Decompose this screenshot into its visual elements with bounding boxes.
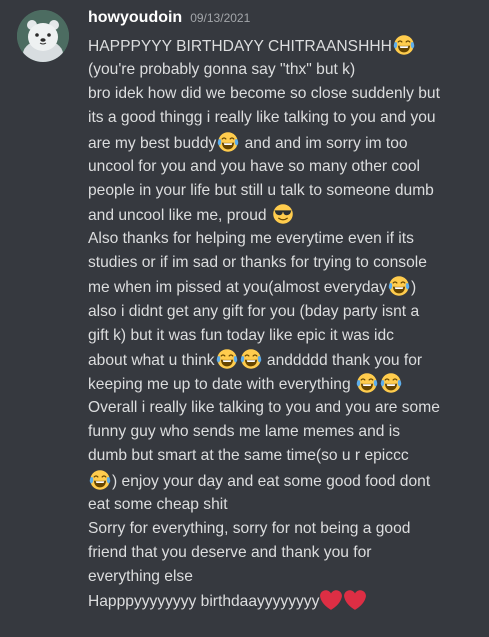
message-text: Also thanks for helping me everytime eve…	[88, 230, 414, 248]
message-text: ) enjoy your day and eat some good food …	[112, 472, 431, 490]
message-text: friend that you deserve and thank you fo…	[88, 543, 372, 561]
message-line: Happpyyyyyyyy birthdaayyyyyyyy	[88, 589, 480, 613]
avatar[interactable]	[17, 10, 69, 62]
joy-emoji-icon[interactable]	[393, 34, 415, 56]
message-content: HAPPPYYY BIRTHDAYY CHITRAANSHHH (you're p…	[88, 34, 480, 613]
polar-bear-avatar-icon	[17, 10, 69, 62]
message-text: about what u think	[88, 351, 215, 369]
message-text: everything else	[88, 568, 193, 586]
joy-emoji-icon[interactable]	[388, 275, 410, 297]
message-line: uncool for you and you have so many othe…	[88, 155, 480, 179]
message-line: eat some cheap shit	[88, 493, 480, 517]
joy-emoji-icon[interactable]	[216, 348, 238, 370]
joy-emoji-icon[interactable]	[240, 348, 262, 370]
message-line: are my best buddy and and im sorry im to…	[88, 131, 480, 155]
message-text: also i didnt get any gift for you (bday …	[88, 302, 420, 320]
message-text: keeping me up to date with everything	[88, 375, 355, 393]
message-line: about what u think anddddd thank you for	[88, 348, 480, 372]
message-text: HAPPPYYY BIRTHDAYY CHITRAANSHHH	[88, 38, 392, 55]
message-text: Happpyyyyyyyy birthdaayyyyyyyy	[88, 593, 320, 611]
message-text: uncool for you and you have so many othe…	[88, 157, 421, 175]
sunglasses-emoji-icon[interactable]	[272, 203, 294, 225]
message-line: (you're probably gonna say "thx" but k)	[88, 58, 480, 82]
message-text: bro idek how did we become so close sudd…	[88, 85, 440, 103]
message-line: ) enjoy your day and eat some good food …	[88, 469, 480, 493]
message-line: and uncool like me, proud	[88, 203, 480, 227]
message-line: Sorry for everything, sorry for not bein…	[88, 517, 480, 541]
joy-emoji-icon[interactable]	[380, 372, 402, 394]
message-line: keeping me up to date with everything	[88, 372, 480, 396]
message-text: (you're probably gonna say "thx" but k)	[88, 61, 356, 79]
message-line: funny guy who sends me lame memes and is	[88, 420, 480, 444]
message-line: me when im pissed at you(almost everyday…	[88, 275, 480, 299]
message-line: friend that you deserve and thank you fo…	[88, 541, 480, 565]
message-text: people in your life but still u talk to …	[88, 181, 434, 199]
message-text: )	[411, 279, 417, 297]
message-text: studies or if im sad or thanks for tryin…	[88, 254, 427, 272]
message-text: eat some cheap shit	[88, 495, 228, 513]
message-header: howyoudoin 09/13/2021	[88, 9, 250, 29]
message-text: funny guy who sends me lame memes and is	[88, 423, 401, 441]
message-line: its a good thingg i really like talking …	[88, 106, 480, 130]
message-text: its a good thingg i really like talking …	[88, 109, 436, 127]
message-line: HAPPPYYY BIRTHDAYY CHITRAANSHHH	[88, 34, 480, 58]
message-line: Also thanks for helping me everytime eve…	[88, 227, 480, 251]
message-text: and uncool like me, proud	[88, 206, 271, 224]
message-line: dumb but smart at the same time(so u r e…	[88, 444, 480, 468]
joy-emoji-icon[interactable]	[217, 131, 239, 153]
message-text: Overall i really like talking to you and…	[88, 399, 440, 417]
joy-emoji-icon[interactable]	[356, 372, 378, 394]
username[interactable]: howyoudoin	[88, 9, 182, 27]
message-line: gift k) but it was fun today like epic i…	[88, 324, 480, 348]
heart-emoji-icon[interactable]	[344, 589, 367, 611]
message-line: people in your life but still u talk to …	[88, 179, 480, 203]
message-text: and and im sorry im too	[240, 134, 408, 152]
message-text: anddddd thank you for	[262, 351, 423, 369]
message-line: bro idek how did we become so close sudd…	[88, 82, 480, 106]
message-line: everything else	[88, 565, 480, 589]
chat-message: howyoudoin 09/13/2021 HAPPPYYY BIRTHDAYY…	[0, 0, 489, 637]
heart-emoji-icon[interactable]	[320, 589, 343, 611]
message-line: studies or if im sad or thanks for tryin…	[88, 251, 480, 275]
joy-emoji-icon[interactable]	[89, 469, 111, 491]
message-text: gift k) but it was fun today like epic i…	[88, 326, 394, 344]
message-text: me when im pissed at you(almost everyday	[88, 279, 388, 297]
message-text: Sorry for everything, sorry for not bein…	[88, 519, 411, 537]
timestamp: 09/13/2021	[190, 11, 251, 25]
message-text: are my best buddy	[88, 134, 217, 152]
message-line: Overall i really like talking to you and…	[88, 396, 480, 420]
message-line: also i didnt get any gift for you (bday …	[88, 300, 480, 324]
message-text: dumb but smart at the same time(so u r e…	[88, 447, 409, 465]
